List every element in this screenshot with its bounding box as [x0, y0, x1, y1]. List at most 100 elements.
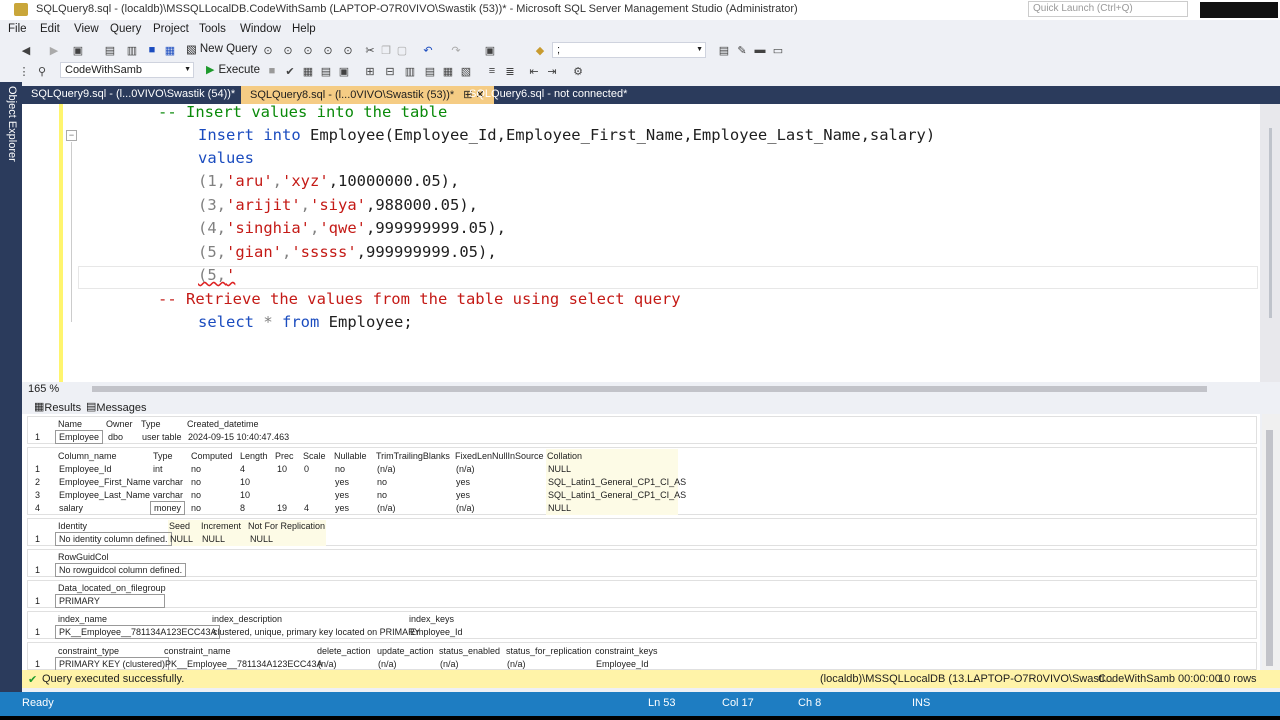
result-grid-5[interactable]: Data_located_on_filegroup 1 PRIMARY	[27, 580, 1257, 608]
stop-icon[interactable]: ■	[266, 65, 278, 77]
row-number[interactable]: 3	[35, 490, 40, 500]
add-item-icon[interactable]: ▤	[104, 44, 116, 57]
mdx-query-icon[interactable]: ⊙	[282, 44, 294, 57]
cut-icon[interactable]: ✂	[364, 44, 376, 57]
properties-icon[interactable]: ▤	[718, 44, 730, 57]
table-cell[interactable]: PRIMARY	[55, 594, 165, 608]
decrease-indent-icon[interactable]: ⇤	[528, 65, 540, 78]
menu-file[interactable]: File	[8, 23, 27, 35]
tab-messages[interactable]: ▤ Messages	[86, 400, 147, 414]
column-header[interactable]: Nullable	[334, 451, 367, 461]
client-stats-icon[interactable]: ▥	[404, 65, 416, 78]
table-cell[interactable]: yes	[456, 490, 470, 500]
table-cell[interactable]: 2024-09-15 10:40:47.463	[188, 432, 289, 442]
column-header[interactable]: constraint_type	[58, 646, 119, 656]
table-cell[interactable]: NULL	[548, 464, 571, 474]
paste-icon[interactable]: ▢	[396, 44, 408, 57]
table-cell[interactable]: (n/a)	[507, 659, 526, 669]
table-cell[interactable]: no	[191, 490, 201, 500]
editor-horizontal-scrollbar[interactable]	[92, 386, 1207, 392]
intellisense-icon[interactable]: ▣	[338, 65, 350, 78]
results-text-icon[interactable]: ▤	[424, 65, 436, 78]
column-header[interactable]: FixedLenNullInSource	[455, 451, 544, 461]
menu-window[interactable]: Window	[240, 23, 281, 35]
table-cell[interactable]: (n/a)	[377, 503, 396, 513]
table-cell[interactable]: varchar	[153, 490, 183, 500]
undo-icon[interactable]: ↶	[422, 44, 434, 57]
increase-indent-icon[interactable]: ⇥	[546, 65, 558, 78]
table-cell[interactable]: 8	[240, 503, 245, 513]
back-icon[interactable]: ◀	[20, 44, 32, 57]
table-cell[interactable]: 0	[304, 464, 309, 474]
save-all-icon[interactable]: ▦	[164, 44, 176, 57]
results-vertical-scrollbar[interactable]	[1262, 414, 1280, 670]
table-cell[interactable]: Employee_First_Name	[59, 477, 151, 487]
window-layout-icon[interactable]: ▭	[772, 44, 784, 57]
row-number[interactable]: 2	[35, 477, 40, 487]
column-header[interactable]: RowGuidCol	[58, 552, 109, 562]
result-grid-3[interactable]: Identity Seed Increment Not For Replicat…	[27, 518, 1257, 546]
editor-vertical-scrollbar[interactable]	[1260, 104, 1280, 382]
redo-icon[interactable]: ↷	[450, 44, 462, 57]
tab-sqlquery9[interactable]: SQLQuery9.sql - (l...0VIVO\Swastik (54))…	[22, 86, 244, 104]
copy-icon[interactable]: ❐	[380, 44, 392, 57]
table-cell[interactable]: money	[150, 501, 186, 515]
column-header[interactable]: Scale	[303, 451, 326, 461]
column-header[interactable]: delete_action	[317, 646, 371, 656]
find-combo[interactable]: ; ▼	[552, 42, 706, 58]
object-explorer-label[interactable]: Object Explorer	[6, 86, 18, 162]
open-icon[interactable]: ▥	[126, 44, 138, 57]
table-cell[interactable]: clustered, unique, primary key located o…	[213, 627, 420, 637]
column-header[interactable]: Collation	[547, 451, 582, 461]
comment-icon[interactable]: ≡	[486, 65, 498, 77]
table-cell[interactable]: dbo	[108, 432, 123, 442]
table-cell[interactable]: 10	[277, 464, 287, 474]
find-icon[interactable]: ◆	[534, 44, 546, 57]
table-cell[interactable]: 19	[277, 503, 287, 513]
row-number[interactable]: 1	[35, 596, 40, 606]
table-cell[interactable]: No rowguidcol column defined.	[55, 563, 187, 577]
uncomment-icon[interactable]: ≣	[504, 65, 516, 78]
save-icon[interactable]: ■	[146, 44, 158, 56]
xmla-query-icon[interactable]: ⊙	[322, 44, 334, 57]
sql-editor[interactable]: − -- Insert values into the table Insert…	[22, 104, 1280, 382]
column-header[interactable]: constraint_keys	[595, 646, 658, 656]
row-number[interactable]: 4	[35, 503, 40, 513]
table-cell[interactable]: Employee_Id	[59, 464, 112, 474]
row-number[interactable]: 1	[35, 659, 40, 669]
table-cell[interactable]: NULL	[170, 534, 193, 544]
column-header[interactable]: update_action	[377, 646, 434, 656]
column-header[interactable]: Prec	[275, 451, 294, 461]
zoom-level[interactable]: 165 %	[28, 383, 59, 395]
result-grid-2[interactable]: Column_name Type Computed Length Prec Sc…	[27, 447, 1257, 515]
live-stats-icon[interactable]: ⊟	[384, 65, 396, 78]
table-cell[interactable]: PK__Employee__781134A123ECC43A	[165, 659, 322, 669]
quick-launch-input[interactable]: Quick Launch (Ctrl+Q)	[1028, 1, 1188, 17]
menu-query[interactable]: Query	[110, 23, 141, 35]
column-header[interactable]: index_keys	[409, 614, 454, 624]
estimated-plan-icon[interactable]: ▦	[302, 65, 314, 78]
column-header[interactable]: Data_located_on_filegroup	[58, 583, 166, 593]
result-grid-1[interactable]: Name Owner Type Created_datetime 1 Emplo…	[27, 416, 1257, 444]
table-cell[interactable]: (n/a)	[378, 659, 397, 669]
column-header[interactable]: Created_datetime	[187, 419, 259, 429]
table-cell[interactable]: no	[335, 464, 345, 474]
table-cell[interactable]: PRIMARY KEY (clustered)	[55, 657, 170, 670]
table-cell[interactable]: Employee_Last_Name	[59, 490, 150, 500]
column-header[interactable]: Not For Replication	[248, 521, 325, 531]
results-grid-icon[interactable]: ▦	[442, 65, 454, 78]
row-number[interactable]: 1	[35, 432, 40, 442]
table-cell[interactable]: NULL	[202, 534, 225, 544]
activity-monitor-icon[interactable]: ▣	[484, 44, 496, 57]
table-cell[interactable]: no	[191, 477, 201, 487]
dmx-query-icon[interactable]: ⊙	[302, 44, 314, 57]
table-cell[interactable]: 4	[304, 503, 309, 513]
table-cell[interactable]: No identity column defined.	[55, 532, 172, 546]
table-cell[interactable]: (n/a)	[377, 464, 396, 474]
table-cell[interactable]: int	[153, 464, 163, 474]
table-cell[interactable]: yes	[335, 503, 349, 513]
table-cell[interactable]: salary	[59, 503, 83, 513]
row-number[interactable]: 1	[35, 627, 40, 637]
table-cell[interactable]: NULL	[548, 503, 571, 513]
new-query-button[interactable]: ▧ New Query	[186, 42, 257, 56]
